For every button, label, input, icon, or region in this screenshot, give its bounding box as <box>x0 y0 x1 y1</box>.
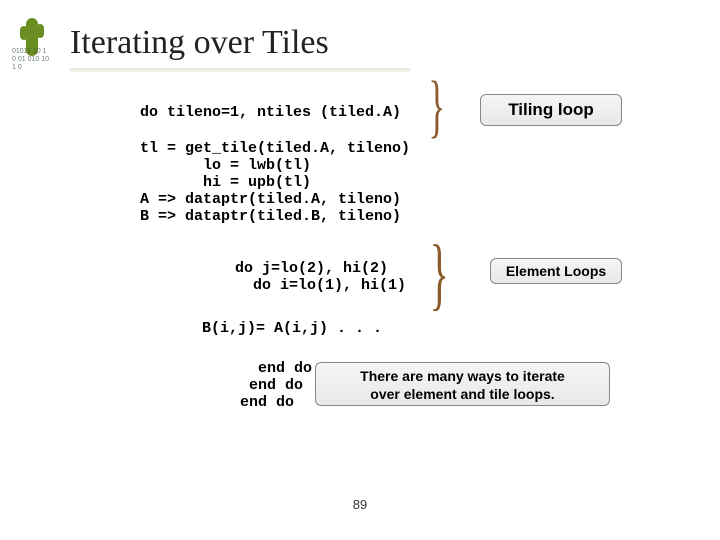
label-element-loops: Element Loops <box>490 258 622 284</box>
page-number: 89 <box>0 497 720 512</box>
brace-icon: } <box>430 234 449 314</box>
code-body: B(i,j)= A(i,j) . . . <box>202 320 382 337</box>
code-end-do: end do end do end do <box>240 360 312 411</box>
label-tiling-loop: Tiling loop <box>480 94 622 126</box>
logo-binary-text: 01011 10 1 0 01 010 10 1 0 <box>12 48 52 72</box>
note-line-1: There are many ways to iterate <box>360 368 565 384</box>
note-line-2: over element and tile loops. <box>370 386 554 402</box>
code-outer-do: do tileno=1, ntiles (tiled.A) <box>140 104 401 121</box>
label-iteration-note: There are many ways to iterate over elem… <box>315 362 610 406</box>
brace-icon: } <box>428 72 445 142</box>
code-tile-setup: tl = get_tile(tiled.A, tileno) lo = lwb(… <box>140 140 410 225</box>
code-element-loops: do j=lo(2), hi(2) do i=lo(1), hi(1) <box>235 260 406 294</box>
slide-logo: 01011 10 1 0 01 010 10 1 0 <box>12 18 52 78</box>
title-underline <box>70 68 410 72</box>
slide-title: Iterating over Tiles <box>70 24 329 62</box>
